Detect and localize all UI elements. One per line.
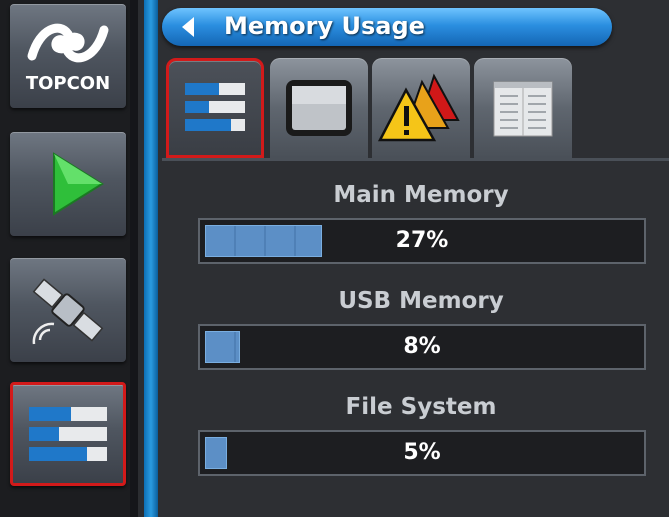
topcon-logo-text: TOPCON <box>25 73 111 94</box>
warning-triangles-icon <box>377 73 460 142</box>
chevron-left-icon <box>182 17 194 37</box>
tab-alarms[interactable] <box>372 58 470 158</box>
gnss-button[interactable] <box>10 258 126 362</box>
main-memory-bar: 27% <box>198 218 646 264</box>
back-button[interactable] <box>176 14 202 40</box>
file-system-label: File System <box>345 394 497 420</box>
tab-memory[interactable] <box>166 58 264 158</box>
title-bar: Memory Usage <box>162 8 612 46</box>
tab-display[interactable] <box>270 58 368 158</box>
main-memory-label: Main Memory <box>333 182 509 208</box>
file-system-bar: 5% <box>198 430 646 476</box>
bar-list-icon <box>185 83 245 131</box>
usb-memory-percent: 8% <box>403 334 441 359</box>
tab-divider <box>162 158 669 161</box>
page-title: Memory Usage <box>224 12 425 40</box>
topcon-logo-button[interactable]: TOPCON <box>10 4 126 108</box>
bar-list-icon <box>29 407 107 461</box>
memory-usage-button[interactable] <box>10 382 126 486</box>
sidebar-divider <box>130 0 138 517</box>
document-list-icon <box>493 81 553 137</box>
sidebar: TOPCON <box>0 0 138 517</box>
tab-log[interactable] <box>474 58 572 158</box>
satellite-icon <box>32 278 104 345</box>
green-play-icon <box>53 152 104 216</box>
blue-rail <box>144 0 158 517</box>
file-system-percent: 5% <box>403 440 441 465</box>
topcon-logo-icon <box>27 23 109 63</box>
usb-memory-bar: 8% <box>198 324 646 370</box>
run-screen-button[interactable] <box>10 132 126 236</box>
monitor-icon <box>286 80 352 136</box>
main-memory-percent: 27% <box>395 228 449 253</box>
usb-memory-label: USB Memory <box>338 288 504 314</box>
